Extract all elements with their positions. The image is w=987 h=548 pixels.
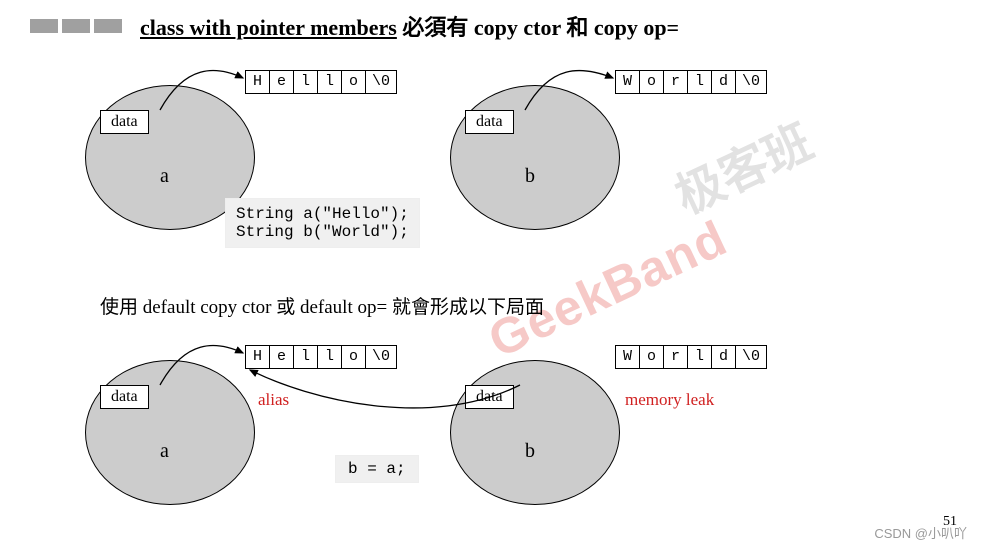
cell: e: [270, 346, 294, 368]
memory-leak-label: memory leak: [625, 390, 714, 410]
code-top: String a("Hello"); String b("World");: [225, 198, 420, 248]
cell: r: [664, 71, 688, 93]
cell: e: [270, 71, 294, 93]
diagram-canvas: 极客班 GeekBand data a Hello\0 data b World…: [0, 0, 987, 548]
cell: \0: [736, 346, 766, 368]
object-b-top: [450, 85, 620, 230]
cell: o: [342, 71, 366, 93]
object-b-bottom: [450, 360, 620, 505]
label-a-top: a: [160, 165, 169, 188]
buffer-world-bottom: World\0: [615, 345, 767, 369]
cell: l: [688, 71, 712, 93]
label-b-top: b: [525, 165, 535, 188]
cell: H: [246, 71, 270, 93]
alias-label: alias: [258, 390, 289, 410]
code-bottom: b = a;: [335, 455, 419, 483]
buffer-world-top: World\0: [615, 70, 767, 94]
cell: l: [318, 346, 342, 368]
cell: H: [246, 346, 270, 368]
cell: d: [712, 346, 736, 368]
cell: o: [640, 346, 664, 368]
cell: o: [640, 71, 664, 93]
cell: \0: [736, 71, 766, 93]
object-a-bottom: [85, 360, 255, 505]
cell: o: [342, 346, 366, 368]
buffer-hello-top: Hello\0: [245, 70, 397, 94]
cell: l: [688, 346, 712, 368]
label-a-bottom: a: [160, 440, 169, 463]
cell: r: [664, 346, 688, 368]
cell: W: [616, 346, 640, 368]
cell: l: [318, 71, 342, 93]
cell: l: [294, 71, 318, 93]
data-box-b-bottom: data: [465, 385, 514, 409]
cell: W: [616, 71, 640, 93]
cell: l: [294, 346, 318, 368]
buffer-hello-bottom: Hello\0: [245, 345, 397, 369]
footer-watermark: CSDN @小叭吖: [874, 523, 967, 542]
cell: d: [712, 71, 736, 93]
data-box-a-top: data: [100, 110, 149, 134]
data-box-b-top: data: [465, 110, 514, 134]
label-b-bottom: b: [525, 440, 535, 463]
data-box-a-bottom: data: [100, 385, 149, 409]
mid-explanation: 使用 default copy ctor 或 default op= 就會形成以…: [100, 292, 544, 319]
cell: \0: [366, 346, 396, 368]
cell: \0: [366, 71, 396, 93]
watermark-gray: 极客班: [662, 103, 822, 227]
